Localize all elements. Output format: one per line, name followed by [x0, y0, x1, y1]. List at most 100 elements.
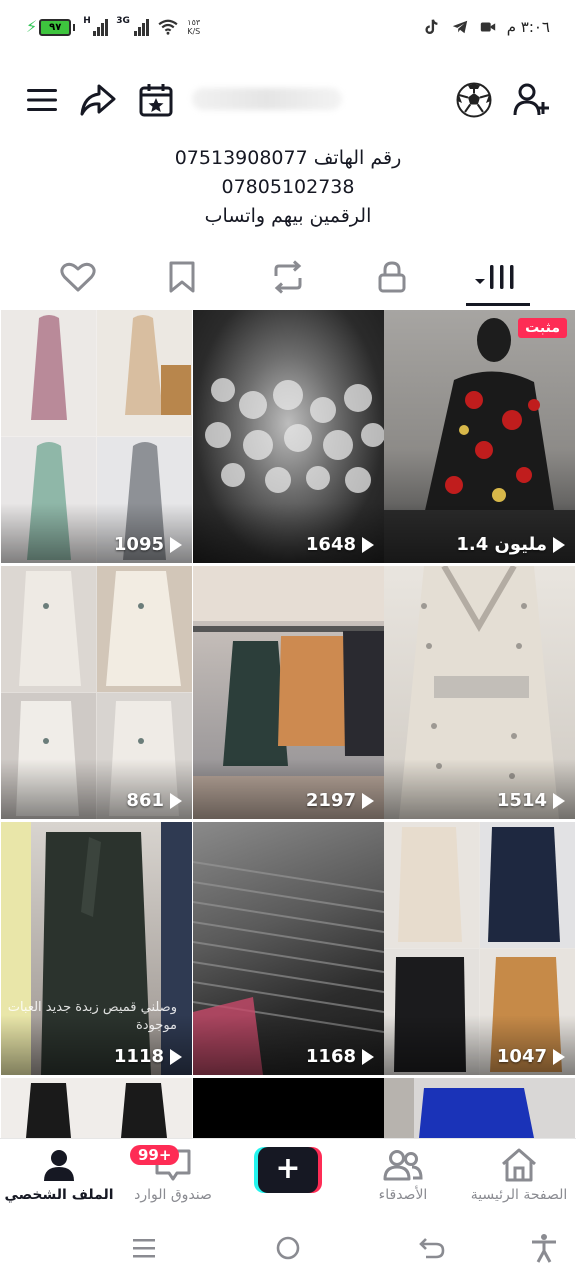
back-button[interactable] — [412, 1232, 452, 1264]
signal-icon-2: 3G — [116, 16, 150, 36]
video-call-icon — [480, 22, 495, 32]
video-tile[interactable] — [384, 1078, 575, 1138]
videos-grid-icon — [475, 265, 514, 289]
video-tile[interactable]: 2197 — [193, 566, 384, 819]
nav-friends-label: الأصدقاء — [378, 1187, 428, 1203]
calendar-button[interactable] — [136, 80, 176, 120]
telegram-icon — [452, 20, 467, 34]
video-thumbnail — [1, 1078, 192, 1138]
video-thumbnail — [193, 1078, 384, 1138]
nav-profile[interactable]: الملف الشخصي — [4, 1147, 114, 1211]
hamburger-icon — [27, 89, 57, 111]
recent-apps-button[interactable] — [124, 1232, 164, 1264]
video-tile[interactable]: 1514 — [384, 566, 575, 819]
video-tile[interactable]: 861 — [1, 566, 192, 819]
wifi-icon — [158, 19, 178, 35]
video-tile[interactable]: 1168 — [193, 822, 384, 1075]
view-count: 2197 — [306, 790, 374, 811]
profile-name-blurred — [192, 88, 342, 110]
view-count: 1.4 مليون — [456, 534, 565, 555]
play-icon — [362, 792, 374, 809]
tab-liked[interactable] — [38, 254, 118, 300]
nav-home-label: الصفحة الرئيسية — [470, 1187, 568, 1203]
view-count-value: 1.4 مليون — [456, 534, 547, 555]
play-icon — [170, 1048, 182, 1065]
inbox-badge: 99+ — [130, 1145, 180, 1165]
profile-bio: رقم الهاتف 07513908077 07805102738 الرقم… — [0, 144, 576, 231]
view-count-value: 1648 — [305, 534, 356, 555]
add-friend-button[interactable] — [512, 80, 552, 120]
bio-line-1: رقم الهاتف 07513908077 — [174, 147, 402, 169]
play-icon — [553, 536, 565, 553]
charging-icon: ⚡ — [26, 17, 38, 36]
video-caption: وصلني قميص زبدة جديد العبات موجودة — [7, 1000, 177, 1033]
video-tile[interactable]: 1095 — [1, 310, 192, 563]
view-count-value: 1514 — [496, 790, 547, 811]
status-left: ⚡ ٩٧ H 3G ١٥٣ K/S — [26, 16, 200, 36]
play-icon — [553, 792, 565, 809]
profile-icon — [44, 1150, 74, 1181]
play-icon — [362, 1048, 374, 1065]
bio-line-3: الرقمين بيهم واتساب — [204, 205, 372, 227]
view-count-value: 1168 — [305, 1046, 356, 1067]
profile-tab-bar — [0, 254, 576, 308]
view-count-value: 1095 — [113, 534, 164, 555]
profile-top-bar — [0, 72, 576, 128]
nav-profile-label: الملف الشخصي — [4, 1187, 114, 1203]
net-speed-value: ١٥٣ — [187, 18, 201, 27]
active-tab-indicator — [466, 303, 530, 306]
video-tile[interactable] — [193, 1078, 384, 1138]
share-arrow-icon — [80, 84, 116, 116]
view-count: 1095 — [114, 534, 182, 555]
video-tile[interactable]: 1648 — [193, 310, 384, 563]
share-profile-button[interactable] — [78, 80, 118, 120]
add-user-icon — [513, 83, 549, 116]
view-count: 1514 — [497, 790, 565, 811]
tab-favorites[interactable] — [142, 254, 222, 300]
view-count-value: 1118 — [113, 1046, 164, 1067]
network-type-2: 3G — [116, 16, 130, 26]
view-count: 861 — [126, 790, 182, 811]
bio-line-2: 07805102738 — [221, 176, 355, 198]
clock: ٣:٠٦ م — [506, 18, 550, 36]
net-speed-unit: K/S — [187, 27, 201, 36]
menu-button[interactable] — [22, 80, 62, 120]
view-count: 1047 — [497, 1046, 565, 1067]
status-bar: ⚡ ٩٧ H 3G ١٥٣ K/S ٣:٠٦ م — [0, 0, 576, 58]
back-icon — [419, 1238, 445, 1259]
play-icon — [553, 1048, 565, 1065]
nav-home[interactable]: الصفحة الرئيسية — [464, 1147, 574, 1211]
view-count-value: 861 — [126, 790, 164, 811]
tab-reposts[interactable] — [248, 254, 328, 300]
accessibility-button[interactable] — [524, 1232, 564, 1264]
nav-inbox[interactable]: 99+ صندوق الوارد — [118, 1145, 228, 1211]
plus-icon: + — [258, 1147, 318, 1193]
status-right: ٣:٠٦ م — [423, 18, 550, 36]
home-system-button[interactable] — [268, 1232, 308, 1264]
video-grid: مثبت 1.4 مليون 1648 1095 1514 2197 861 1… — [0, 310, 576, 1138]
signal-icon: H — [83, 16, 109, 36]
nav-friends[interactable]: الأصدقاء — [348, 1147, 458, 1211]
video-tile[interactable]: 1047 — [384, 822, 575, 1075]
heart-icon — [60, 262, 96, 292]
battery-level: ٩٧ — [39, 18, 72, 36]
view-count: 1118 — [114, 1046, 182, 1067]
network-type-1: H — [83, 16, 91, 26]
circle-home-icon — [276, 1236, 300, 1260]
tab-private[interactable] — [352, 254, 432, 300]
video-tile-pinned[interactable]: مثبت 1.4 مليون — [384, 310, 575, 563]
repost-icon — [274, 260, 302, 294]
video-tile[interactable] — [1, 1078, 192, 1138]
create-button[interactable]: + — [254, 1147, 322, 1193]
soccer-ball-button[interactable] — [454, 80, 494, 120]
accessibility-icon — [532, 1234, 556, 1263]
tab-videos[interactable] — [456, 254, 536, 300]
friends-icon — [383, 1150, 423, 1181]
battery-indicator: ⚡ ٩٧ — [26, 17, 76, 36]
battery-tip — [73, 23, 76, 31]
net-speed: ١٥٣ K/S — [187, 18, 200, 36]
pinned-badge: مثبت — [518, 318, 567, 338]
video-tile[interactable]: وصلني قميص زبدة جديد العبات موجودة 1118 — [1, 822, 192, 1075]
home-icon — [502, 1148, 536, 1182]
view-count: 1168 — [306, 1046, 374, 1067]
